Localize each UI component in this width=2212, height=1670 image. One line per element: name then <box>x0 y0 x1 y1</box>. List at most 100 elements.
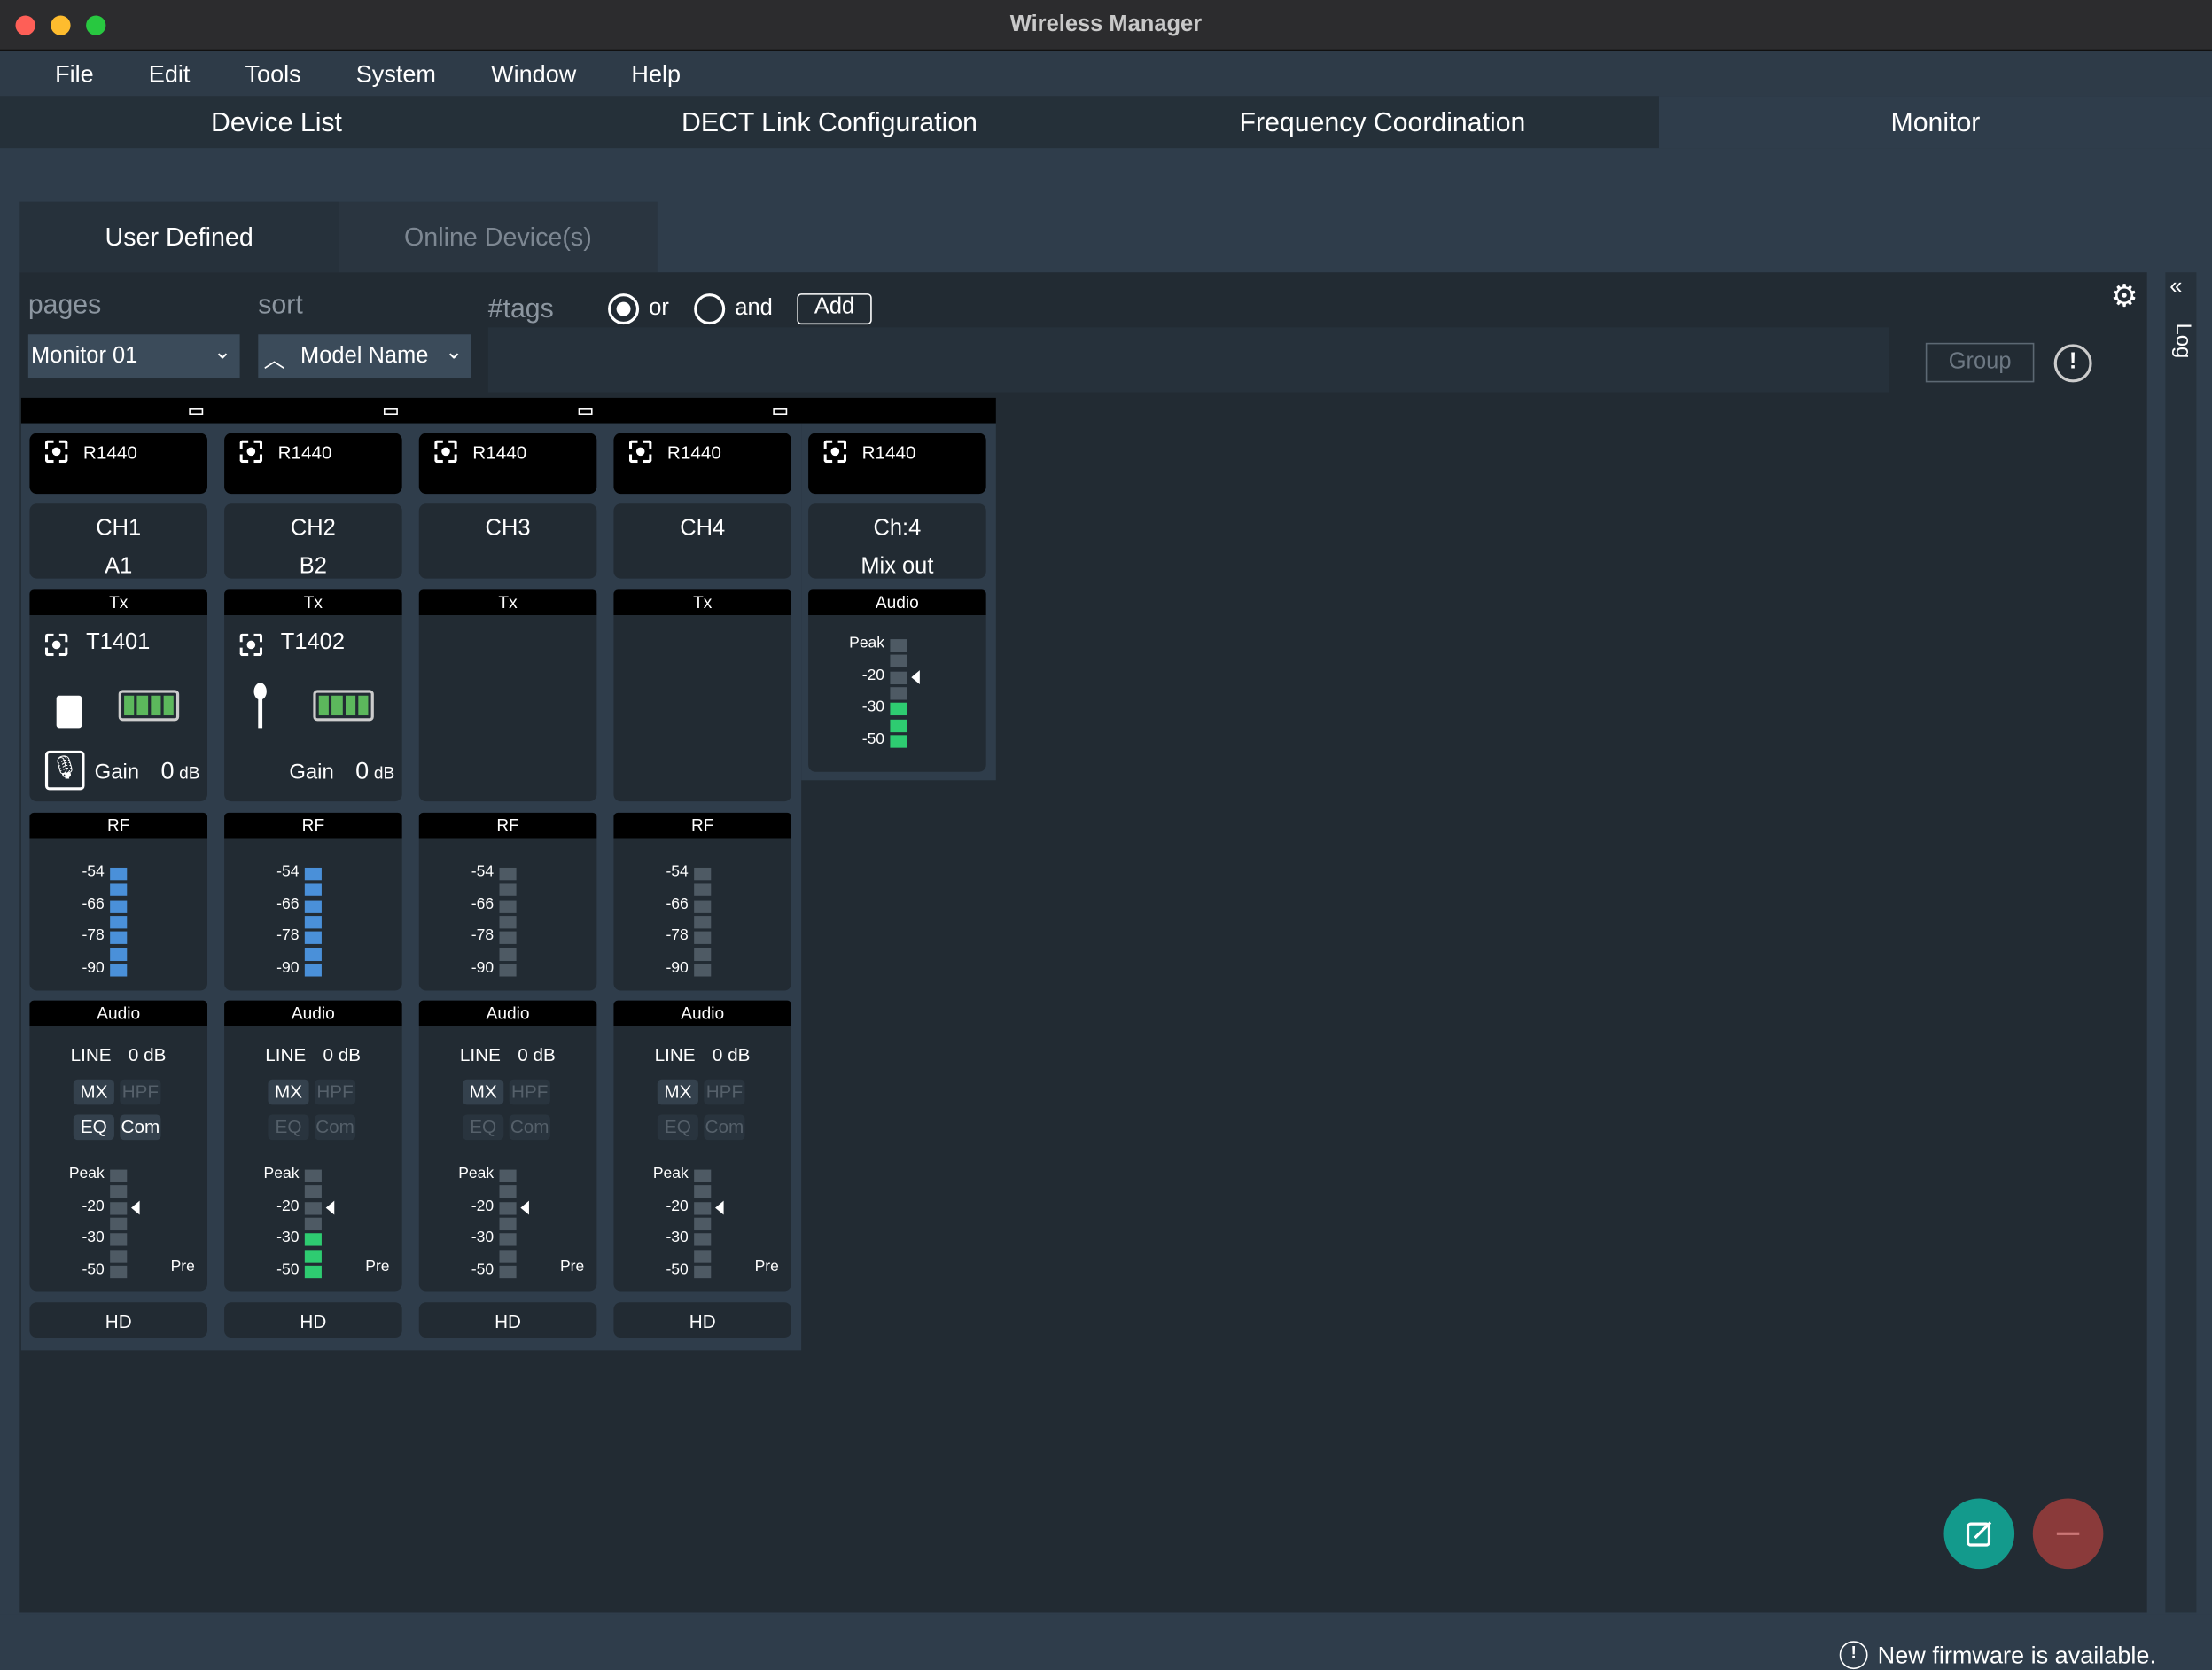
group-button[interactable]: Group <box>1925 342 2035 383</box>
hpf-toggle[interactable]: HPF <box>704 1079 745 1105</box>
column-collapse-handle[interactable] <box>773 408 788 415</box>
meter-segment <box>694 963 712 977</box>
firmware-message[interactable]: New firmware is available. <box>1878 1643 2156 1670</box>
mx-toggle[interactable]: MX <box>73 1079 114 1105</box>
column-collapse-handle[interactable] <box>189 408 204 415</box>
level-pointer-icon <box>911 670 920 685</box>
meter-segment <box>499 1169 517 1182</box>
channel-box[interactable]: CH1 A1 <box>29 503 207 579</box>
tab-device-list[interactable]: Device List <box>0 96 553 148</box>
tx-box[interactable] <box>613 615 791 802</box>
hd-toggle[interactable]: HD <box>613 1302 791 1338</box>
eq-toggle[interactable]: EQ <box>657 1114 698 1141</box>
info-alert-icon[interactable]: ! <box>2053 344 2092 383</box>
identify-icon[interactable] <box>823 440 847 464</box>
mx-toggle[interactable]: MX <box>268 1079 309 1105</box>
radio-and[interactable] <box>694 293 726 325</box>
eq-toggle[interactable]: EQ <box>73 1114 114 1141</box>
sort-dropdown[interactable]: ︿ Model Name ⌄ <box>258 334 471 378</box>
meter-label: -30 <box>861 698 885 716</box>
mix-channel-box[interactable]: Ch:4 Mix out <box>808 503 986 579</box>
identify-icon[interactable] <box>44 440 68 464</box>
receiver-model: R1440 <box>472 441 527 464</box>
subtab-online-devices[interactable]: Online Device(s) <box>339 201 658 273</box>
hpf-toggle[interactable]: HPF <box>314 1079 356 1105</box>
channel-box[interactable]: CH2 B2 <box>224 503 402 579</box>
menu-system[interactable]: System <box>356 60 436 96</box>
meter-segment <box>694 947 712 961</box>
mic-muted-icon[interactable]: 🎙 <box>44 750 85 791</box>
meter-label: -78 <box>666 927 689 945</box>
log-drawer-toggle[interactable]: « Log <box>2165 272 2197 1613</box>
meter-segment <box>499 931 517 945</box>
audio-header: Audio <box>808 589 986 616</box>
add-tag-button[interactable]: Add <box>797 293 872 325</box>
pages-dropdown[interactable]: Monitor 01 ⌄ <box>27 334 240 378</box>
com-toggle[interactable]: Com <box>509 1114 550 1141</box>
com-toggle[interactable]: Com <box>704 1114 745 1141</box>
channel-box[interactable]: CH3 <box>418 503 597 579</box>
tab-dect-link-configuration[interactable]: DECT Link Configuration <box>553 96 1106 148</box>
meter-segment <box>890 655 907 668</box>
level-pointer-icon <box>520 1200 529 1215</box>
tx-header: Tx <box>613 589 791 616</box>
input-type: LINE <box>459 1043 501 1065</box>
eq-toggle[interactable]: EQ <box>268 1114 309 1141</box>
meter-segment <box>499 915 517 929</box>
mx-toggle[interactable]: MX <box>657 1079 698 1105</box>
identify-icon[interactable] <box>434 440 457 464</box>
meter-segment <box>694 931 712 945</box>
menu-window[interactable]: Window <box>491 60 576 96</box>
meter-segment <box>499 1249 517 1262</box>
battery-bar <box>150 695 161 716</box>
channel-number: Ch:4 <box>873 516 922 541</box>
meter-segment <box>499 867 517 881</box>
hd-toggle[interactable]: HD <box>29 1302 207 1338</box>
meter-label: -54 <box>666 863 689 881</box>
menu-help[interactable]: Help <box>631 60 681 96</box>
menu-tools[interactable]: Tools <box>245 60 301 96</box>
tab-frequency-coordination[interactable]: Frequency Coordination <box>1106 96 1659 148</box>
channel-box[interactable]: CH4 <box>613 503 791 579</box>
menu-edit[interactable]: Edit <box>149 60 191 96</box>
tx-header: Tx <box>418 589 597 616</box>
identify-dot <box>246 640 256 650</box>
meter-label: Peak <box>263 1165 300 1182</box>
tx-box[interactable] <box>418 615 597 802</box>
edit-button[interactable] <box>1943 1498 2015 1570</box>
subtab-user-defined[interactable]: User Defined <box>19 201 339 273</box>
meter-segment <box>694 1233 712 1246</box>
com-toggle[interactable]: Com <box>314 1114 356 1141</box>
tx-header: Tx <box>224 589 402 616</box>
meter-segment <box>304 947 322 961</box>
column-collapse-handle[interactable] <box>383 408 398 415</box>
eq-toggle[interactable]: EQ <box>463 1114 504 1141</box>
audio-header: Audio <box>418 1000 597 1026</box>
identify-icon[interactable] <box>44 633 68 657</box>
meter-segment <box>694 1201 712 1214</box>
identify-icon[interactable] <box>628 440 652 464</box>
title-bar: Wireless Manager <box>0 0 2212 51</box>
audio-header: Audio <box>224 1000 402 1026</box>
radio-or[interactable] <box>608 293 640 325</box>
identify-icon[interactable] <box>239 440 263 464</box>
identify-icon[interactable] <box>239 633 263 657</box>
meter-segment <box>110 1217 128 1230</box>
meter-segment <box>694 1217 712 1230</box>
transmitter-model: T1401 <box>86 630 151 655</box>
gain-value: 0 <box>160 757 175 785</box>
hd-toggle[interactable]: HD <box>418 1302 597 1338</box>
meter-label: -20 <box>861 667 885 684</box>
hd-toggle[interactable]: HD <box>224 1302 402 1338</box>
tags-input[interactable] <box>487 327 1889 393</box>
input-gain: 0 dB <box>323 1043 362 1065</box>
hpf-toggle[interactable]: HPF <box>120 1079 161 1105</box>
gear-icon[interactable]: ⚙ <box>2110 278 2138 315</box>
remove-button[interactable] <box>2032 1498 2104 1570</box>
mx-toggle[interactable]: MX <box>463 1079 504 1105</box>
menu-file[interactable]: File <box>55 60 94 96</box>
tab-monitor[interactable]: Monitor <box>1658 96 2212 149</box>
column-collapse-handle[interactable] <box>578 408 593 415</box>
hpf-toggle[interactable]: HPF <box>509 1079 550 1105</box>
com-toggle[interactable]: Com <box>120 1114 161 1141</box>
